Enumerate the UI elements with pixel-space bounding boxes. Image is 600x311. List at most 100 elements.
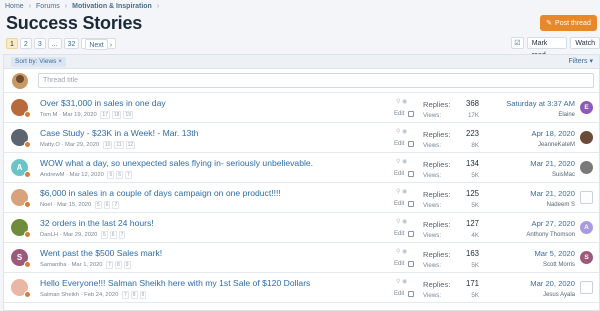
avatar[interactable] [11,99,31,118]
thread-title[interactable]: Over $31,000 in sales in one day [40,98,166,108]
select-thread-checkbox[interactable] [408,291,414,297]
last-poster-name[interactable]: Scott Morris [543,262,575,268]
mark-read-button[interactable]: Mark read [526,37,568,59]
last-post-date[interactable]: Mar 21, 2020 [530,189,575,198]
edit-link[interactable]: Edit [394,201,404,207]
select-thread-checkbox[interactable] [408,231,414,237]
avatar[interactable] [11,189,31,208]
thread-title[interactable]: Went past the $500 Sales mark! [40,248,162,258]
edit-link[interactable]: Edit [394,231,404,237]
avatar[interactable]: A [11,159,31,178]
thread-row[interactable]: 32 orders in the last 24 hours! DanLH · M… [4,213,599,243]
avatar[interactable] [11,129,31,148]
thread-page-link[interactable]: 19 [123,111,134,119]
last-poster-avatar[interactable]: A [580,221,593,234]
avatar[interactable] [11,279,31,298]
thread-title[interactable]: Hello Everyone!!! Salman Sheikh here wit… [40,278,310,288]
select-all-checkbox-icon[interactable]: ☑ [511,37,524,49]
last-post-date[interactable]: Mar 5, 2020 [534,249,575,258]
last-post-date[interactable]: Apr 27, 2020 [532,219,576,228]
last-poster-name[interactable]: SuisMac [552,172,575,178]
thread-page-link[interactable]: 18 [111,111,122,119]
thread-author[interactable]: Salman Sheikh [40,292,79,298]
last-poster-name[interactable]: JeanneKateM [538,142,575,148]
thread-author[interactable]: Tom M [40,112,57,118]
thread-page-link[interactable]: 17 [100,111,110,119]
thread-page-link[interactable]: 6 [103,201,111,209]
last-post-date[interactable]: Saturday at 3:37 AM [506,99,575,108]
select-thread-checkbox[interactable] [408,201,414,207]
last-poster-avatar[interactable] [580,281,593,294]
edit-link[interactable]: Edit [394,111,404,117]
breadcrumb-forums[interactable]: Forums [36,3,60,10]
thread-title[interactable]: 32 orders in the last 24 hours! [40,218,154,228]
thread-page-link[interactable]: 6 [109,231,117,239]
thread-title-input[interactable]: Thread title [38,73,594,88]
last-poster-avatar[interactable]: S [580,251,593,264]
thread-page-link[interactable]: 11 [114,141,124,149]
thread-page-link[interactable]: 9 [123,261,131,269]
thread-author[interactable]: DanLH [40,232,58,238]
thread-page-link[interactable]: 5 [101,231,108,239]
edit-link[interactable]: Edit [394,261,404,267]
last-post-date[interactable]: Mar 21, 2020 [530,159,575,168]
breadcrumb-home[interactable]: Home [5,3,24,10]
thread-title[interactable]: $6,000 in sales in a couple of days camp… [40,188,281,198]
thread-row[interactable]: A WOW what a day, so unexpected sales fly… [4,153,599,183]
thread-page-link[interactable]: 5 [94,201,102,209]
thread-page-link[interactable]: 8 [114,261,122,269]
thread-author[interactable]: AndrewM [40,172,64,178]
last-post-date[interactable]: Apr 18, 2020 [532,129,576,138]
edit-link[interactable]: Edit [394,171,404,177]
last-poster-avatar[interactable] [580,191,593,204]
last-poster-name[interactable]: Anthony Thomson [526,232,575,238]
thread-page-link[interactable]: 7 [118,231,126,239]
select-thread-checkbox[interactable] [408,171,414,177]
sort-filter-chip[interactable]: Sort by: Views × [11,57,67,67]
thread-row[interactable]: Case Study - $23K in a Week! - Mar. 13th… [4,123,599,153]
thread-author[interactable]: Noel [40,202,52,208]
thread-page-link[interactable]: 8 [130,291,138,299]
last-poster-avatar[interactable] [580,161,593,174]
filters-menu[interactable]: Filters ▾ [568,57,593,65]
thread-page-link[interactable]: 7 [121,291,129,299]
last-poster-avatar[interactable]: E [580,101,593,114]
avatar[interactable]: S [11,249,31,268]
page-link-32[interactable]: 32 [63,38,80,49]
last-poster-name[interactable]: Jesus Ayala [543,292,575,298]
select-thread-checkbox[interactable] [408,141,414,147]
thread-page-link[interactable]: 7 [106,261,113,269]
thread-author[interactable]: Samantha [40,262,66,268]
thread-row[interactable]: Over $31,000 in sales in one day Tom M · … [4,93,599,123]
thread-row[interactable]: Hello Everyone!!! Salman Sheikh here wit… [4,273,599,303]
thread-page-link[interactable]: 12 [125,141,136,149]
thread-page-link[interactable]: 7 [112,201,120,209]
thread-page-link[interactable]: 5 [107,171,115,179]
thread-page-link[interactable]: 6 [116,171,123,179]
edit-link[interactable]: Edit [394,141,404,147]
select-thread-checkbox[interactable] [408,261,414,267]
last-poster-name[interactable]: Elaine [558,112,575,118]
thread-page-link[interactable]: 10 [102,141,113,149]
thread-author[interactable]: Matty.O [40,142,60,148]
thread-row[interactable]: S Went past the $500 Sales mark! Samantha … [4,243,599,273]
avatar[interactable] [11,219,31,238]
page-ellipsis[interactable]: ... [47,38,62,49]
breadcrumb-section[interactable]: Motivation & Inspiration [72,3,152,10]
page-link-2[interactable]: 2 [19,38,32,49]
select-thread-checkbox[interactable] [408,111,414,117]
thread-row[interactable]: $6,000 in sales in a couple of days camp… [4,183,599,213]
last-poster-avatar[interactable] [580,131,593,144]
thread-title[interactable]: WOW what a day, so unexpected sales flyi… [40,158,313,168]
watch-button[interactable]: Watch [570,37,600,49]
last-poster-name[interactable]: Nadeem S [547,202,575,208]
page-link-3[interactable]: 3 [33,38,46,49]
thread-page-link[interactable]: 7 [125,171,132,179]
page-link-1[interactable]: 1 [6,38,18,49]
post-thread-button[interactable]: ✎ Post thread [540,15,597,31]
next-page-button[interactable]: Next › [81,38,117,50]
last-post-date[interactable]: Mar 20, 2020 [530,279,575,288]
thread-title[interactable]: Case Study - $23K in a Week! - Mar. 13th [40,128,198,138]
edit-link[interactable]: Edit [394,291,404,297]
thread-page-link[interactable]: 9 [139,291,147,299]
